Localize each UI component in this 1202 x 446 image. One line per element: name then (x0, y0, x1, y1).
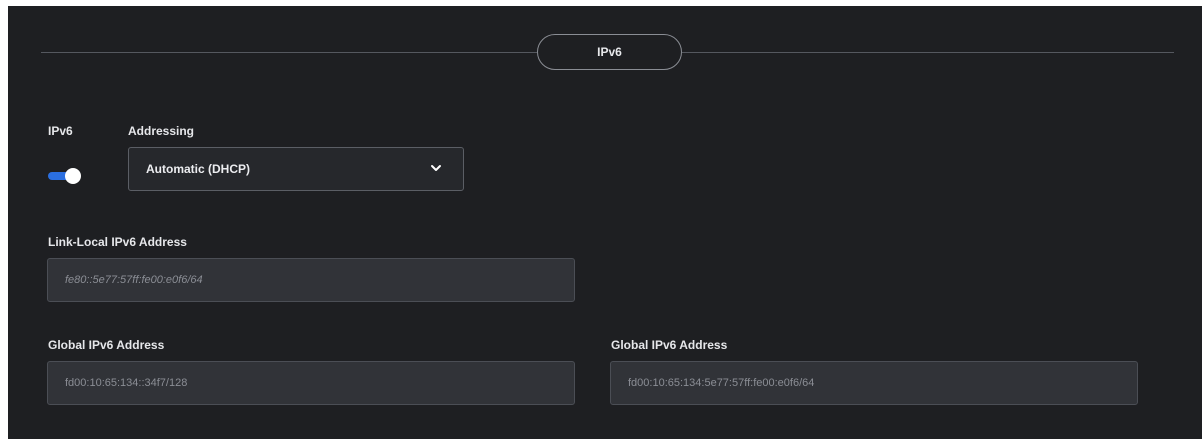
global-address-1-field[interactable]: fd00:10:65:134::34f7/128 (47, 361, 575, 405)
section-divider-left (41, 52, 537, 53)
toggle-knob (65, 168, 81, 184)
ipv6-settings-panel: IPv6 IPv6 Addressing Automatic (DHCP) Li… (8, 6, 1202, 439)
ipv6-toggle[interactable] (48, 168, 81, 184)
chevron-down-icon (431, 165, 441, 171)
global-address-2-field[interactable]: fd00:10:65:134:5e77:57ff:fe00:e0f6/64 (610, 361, 1138, 405)
addressing-select[interactable]: Automatic (DHCP) (128, 147, 464, 191)
global-address-2-label: Global IPv6 Address (611, 338, 728, 352)
section-title: IPv6 (537, 34, 682, 70)
link-local-label: Link-Local IPv6 Address (48, 235, 187, 249)
addressing-label: Addressing (128, 124, 195, 138)
global-address-1-label: Global IPv6 Address (48, 338, 165, 352)
section-divider-right (682, 52, 1174, 53)
addressing-selected-value: Automatic (DHCP) (146, 162, 250, 176)
link-local-address-field[interactable]: fe80::5e77:57ff:fe00:e0f6/64 (47, 258, 575, 302)
ipv6-toggle-label: IPv6 (48, 124, 73, 138)
